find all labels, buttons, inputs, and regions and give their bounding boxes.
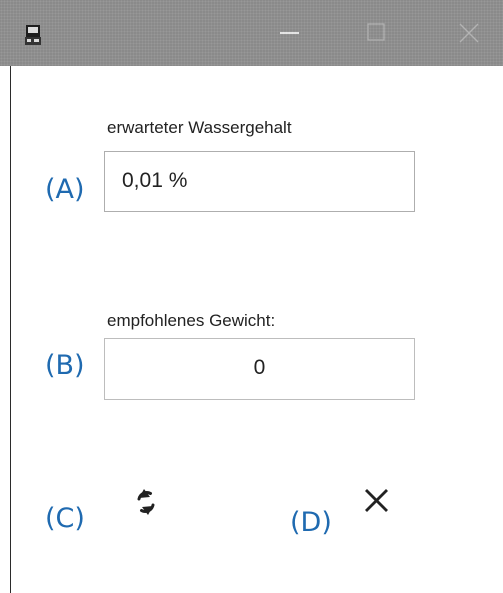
recommended-weight-value: 0 xyxy=(253,356,266,379)
close-icon[interactable] xyxy=(457,20,481,44)
water-content-label: erwarteter Wassergehalt xyxy=(107,118,292,137)
marker-d: (D) xyxy=(290,507,332,538)
maximize-icon[interactable] xyxy=(366,20,390,44)
water-content-value: 0,01 % xyxy=(122,169,188,192)
title-bar[interactable] xyxy=(0,0,503,66)
cancel-button[interactable] xyxy=(359,484,393,518)
app-icon xyxy=(25,25,41,45)
marker-c: (C) xyxy=(45,503,85,534)
water-content-input[interactable]: 0,01 % xyxy=(104,151,415,212)
window-border xyxy=(10,66,11,593)
marker-b: (B) xyxy=(45,350,85,381)
minimize-icon[interactable] xyxy=(279,20,303,44)
recommended-weight-label: empfohlenes Gewicht: xyxy=(107,311,276,330)
refresh-icon[interactable] xyxy=(129,485,163,519)
recommended-weight-field: 0 xyxy=(104,338,415,400)
marker-a: (A) xyxy=(45,174,85,205)
